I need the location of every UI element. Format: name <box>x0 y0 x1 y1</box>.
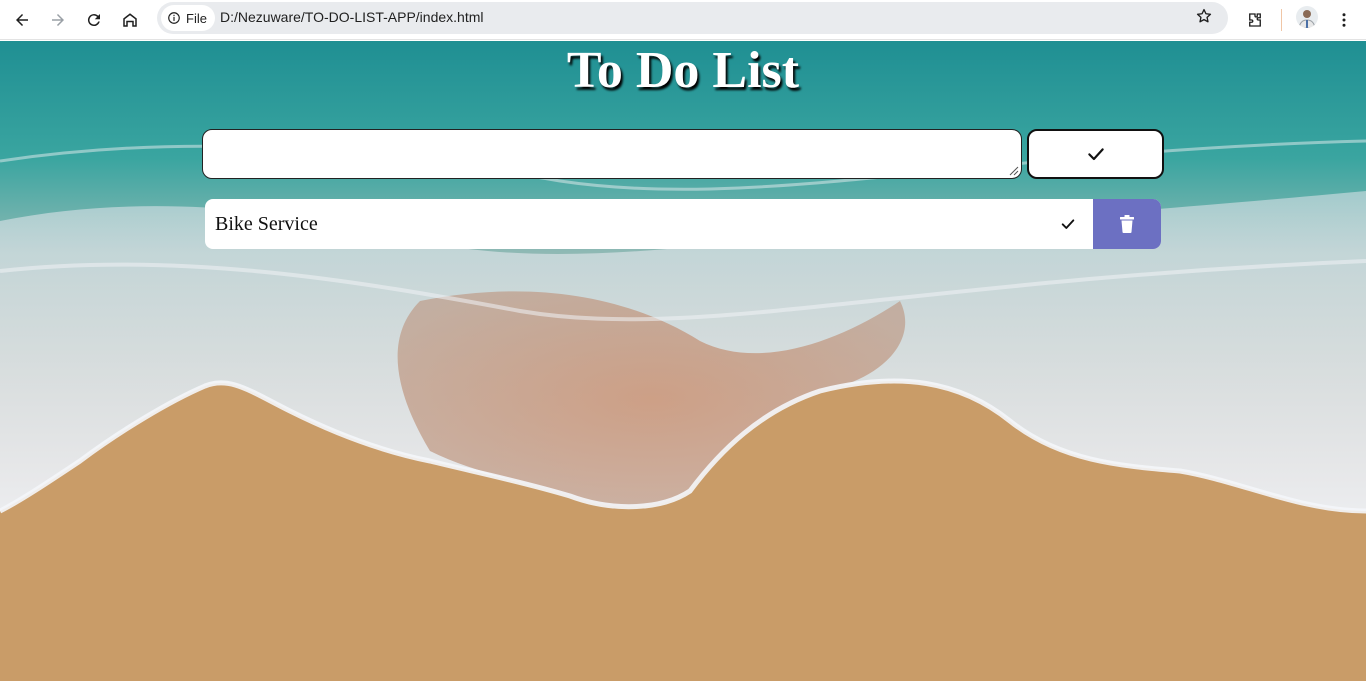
add-task-button[interactable] <box>1027 129 1164 179</box>
forward-arrow-icon <box>52 14 64 26</box>
forward-button[interactable] <box>42 4 74 36</box>
info-icon <box>168 12 180 24</box>
complete-button[interactable] <box>1043 199 1093 249</box>
reload-button[interactable] <box>78 4 110 36</box>
menu-icon <box>1342 13 1346 27</box>
todo-item: Bike Service <box>205 199 1161 249</box>
back-arrow-icon <box>16 14 28 26</box>
profile-avatar[interactable] <box>1296 6 1318 28</box>
task-input[interactable] <box>202 129 1022 179</box>
check-icon <box>1087 148 1104 161</box>
bookmark-button[interactable] <box>1189 4 1219 28</box>
delete-button[interactable] <box>1093 199 1161 249</box>
home-button[interactable] <box>114 4 146 36</box>
page-viewport: To Do List Bike Service <box>0 41 1366 681</box>
url-text[interactable]: D:/Nezuware/TO-DO-LIST-APP/index.html <box>220 9 483 25</box>
todo-text: Bike Service <box>215 213 318 235</box>
profile-avatar-icon <box>1298 10 1316 28</box>
page-title: To Do List <box>566 42 800 99</box>
extensions-icon <box>1249 13 1261 27</box>
reload-icon <box>87 14 100 27</box>
star-icon <box>1196 8 1212 23</box>
extensions-button[interactable] <box>1240 4 1270 36</box>
address-bar[interactable]: File D:/Nezuware/TO-DO-LIST-APP/index.ht… <box>157 2 1228 34</box>
browser-toolbar: File D:/Nezuware/TO-DO-LIST-APP/index.ht… <box>0 0 1366 40</box>
site-info-chip[interactable]: File <box>161 5 215 31</box>
trash-icon <box>1120 215 1134 233</box>
file-chip-label: File <box>186 10 207 26</box>
back-button[interactable] <box>6 4 38 36</box>
browser-menu-button[interactable] <box>1332 4 1356 36</box>
resize-handle-icon[interactable] <box>1009 166 1019 176</box>
toolbar-separator <box>1281 9 1282 31</box>
check-icon <box>1061 219 1075 229</box>
home-icon <box>123 13 137 27</box>
